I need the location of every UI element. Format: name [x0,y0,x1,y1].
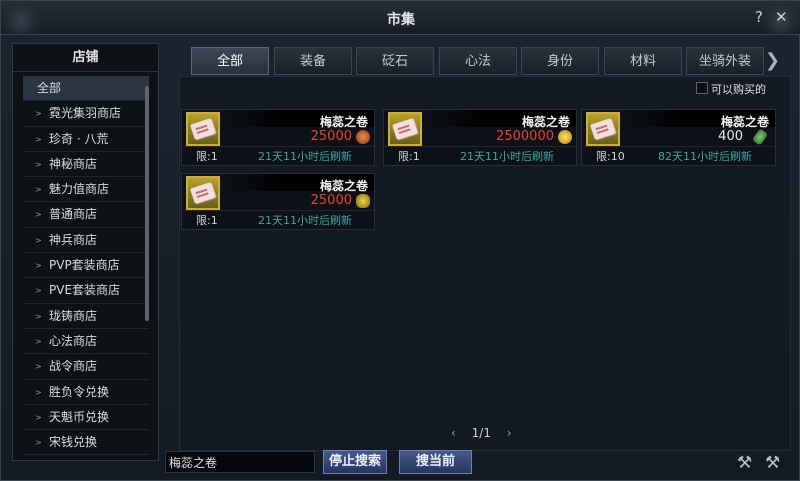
shop-item-label: 战令商店 [49,359,98,374]
prev-page-button[interactable]: ‹ [451,426,456,440]
scroll-icon [186,176,220,210]
shop-item[interactable]: > 普通商店 [23,202,149,228]
close-icon[interactable]: ✕ [775,8,788,26]
hammer-icon[interactable]: ⚒ [737,453,752,473]
chevron-right-icon: > [35,438,42,448]
search-current-button[interactable]: 搜当前 [399,450,472,474]
chevron-right-icon: > [35,412,42,422]
tab-stone[interactable]: 砭石 [356,47,434,75]
title-bar[interactable]: 市集 ? ✕ [1,1,800,35]
shop-item[interactable]: > 神秘商店 [23,152,149,178]
shop-scrollbar[interactable] [145,86,149,321]
shop-item[interactable]: > 珍奇 · 八荒 [23,127,149,152]
tab-equipment[interactable]: 装备 [274,47,352,75]
shop-item[interactable]: > 胜负令兑换 [23,380,149,405]
chevron-right-icon: > [35,311,42,321]
item-limit: 限:1 [196,150,218,163]
shop-item-label: 珑铸商店 [49,308,98,323]
shop-item[interactable]: > 霓光集羽商店 [23,101,149,127]
chevron-right-icon: > [35,159,42,169]
item-price: 2500000 [496,129,554,144]
shop-item[interactable]: > PVE套装商店 [23,278,149,304]
tab-mindset[interactable]: 心法 [439,47,517,75]
jade-token-icon [751,128,769,146]
scroll-icon [388,112,422,146]
item-card[interactable]: 梅蕊之卷 25000 限:1 21天11小时后刷新 [181,109,375,166]
pagination: ‹ 1/1 › [451,426,512,440]
chevron-right-icon: > [35,235,42,245]
item-name: 梅蕊之卷 [319,115,368,129]
shop-item[interactable]: > 珑铸商店 [23,304,149,329]
tab-material[interactable]: 材料 [604,47,682,75]
chevron-right-icon: > [35,286,42,296]
item-limit: 限:10 [596,150,625,163]
chevron-right-icon: > [35,362,42,372]
item-price: 400 [718,129,743,144]
shop-item-label: 神秘商店 [49,156,98,171]
gold-coin-icon [558,130,572,144]
item-card[interactable]: 梅蕊之卷 25000 限:1 21天11小时后刷新 [181,173,375,230]
item-name: 梅蕊之卷 [720,115,769,129]
search-input[interactable] [165,451,315,473]
chevron-right-icon: > [35,387,42,397]
shop-item[interactable]: > 战令商店 [23,354,149,380]
shop-item[interactable]: 全部 [23,76,149,102]
item-name: 梅蕊之卷 [521,115,570,129]
shop-item-label: 全部 [37,81,62,95]
tab-identity[interactable]: 身份 [521,47,599,75]
help-icon[interactable]: ? [755,8,763,26]
item-price: 25000 [310,129,352,144]
chevron-right-icon: > [35,134,42,144]
item-limit: 限:1 [398,150,420,163]
scroll-icon [186,112,220,146]
copper-coin-icon [356,130,370,144]
shop-list: 全部 > 霓光集羽商店 > 珍奇 · 八荒 > 神秘商店 > 魅力值商店 > 普通商店 >… [23,76,149,456]
scroll-icon [586,112,620,146]
shop-item[interactable]: > 魅力值商店 [23,177,149,203]
shop-item[interactable]: > 神兵商店 [23,228,149,254]
shop-item-label: 魅力值商店 [49,182,110,197]
chevron-right-icon: > [35,336,42,346]
shop-item[interactable]: > 宋钱兑换 [23,430,149,456]
gold-ingot-icon [356,194,370,208]
shop-panel-title: 店铺 [13,44,158,72]
chevron-right-icon: > [35,210,42,220]
tab-mount[interactable]: 坐骑外装 [686,47,764,75]
page-indicator: 1/1 [471,426,491,440]
chevron-right-icon[interactable]: ❯ [765,50,780,71]
item-refresh: 21天11小时后刷新 [258,150,352,163]
shop-item-label: 宋钱兑换 [49,435,98,450]
chevron-right-icon: > [35,109,42,119]
item-name: 梅蕊之卷 [319,179,368,193]
tab-all[interactable]: 全部 [191,47,269,75]
hammer-plus-icon[interactable]: ⚒ [765,453,780,473]
item-refresh: 21天11小时后刷新 [460,150,554,163]
stop-search-button[interactable]: 停止搜索 [323,450,387,474]
item-limit: 限:1 [196,214,218,227]
item-card[interactable]: 梅蕊之卷 2500000 限:1 21天11小时后刷新 [383,109,577,166]
chevron-right-icon: > [35,185,42,195]
shop-item-label: PVP套装商店 [49,258,120,273]
shop-item[interactable]: > 天魁币兑换 [23,405,149,431]
shop-item-label: 胜负令兑换 [49,384,110,399]
shop-item-label: 心法商店 [49,333,98,348]
shop-item-label: 珍奇 · 八荒 [49,131,109,146]
shop-item-label: 霓光集羽商店 [49,106,122,121]
shop-item[interactable]: > 心法商店 [23,329,149,355]
next-page-button[interactable]: › [507,426,512,440]
chevron-right-icon: > [35,261,42,271]
shop-item[interactable]: > PVP套装商店 [23,253,149,279]
buyable-label: 可以购买的 [711,83,766,96]
item-refresh: 82天11小时后刷新 [658,150,752,163]
shop-item-label: 天魁币兑换 [49,409,110,424]
market-window: 市集 ? ✕ 店铺 全部 > 霓光集羽商店 > 珍奇 · 八荒 > 神秘商店 > 魅力值… [0,0,800,481]
buyable-checkbox[interactable] [696,82,708,94]
item-refresh: 21天11小时后刷新 [258,214,352,227]
shop-item-label: 普通商店 [49,207,98,222]
window-title: 市集 [387,12,415,28]
shop-item-label: PVE套装商店 [49,283,121,298]
item-price: 25000 [310,193,352,208]
item-card[interactable]: 梅蕊之卷 400 限:10 82天11小时后刷新 [581,109,776,166]
shop-item-label: 神兵商店 [49,232,98,247]
